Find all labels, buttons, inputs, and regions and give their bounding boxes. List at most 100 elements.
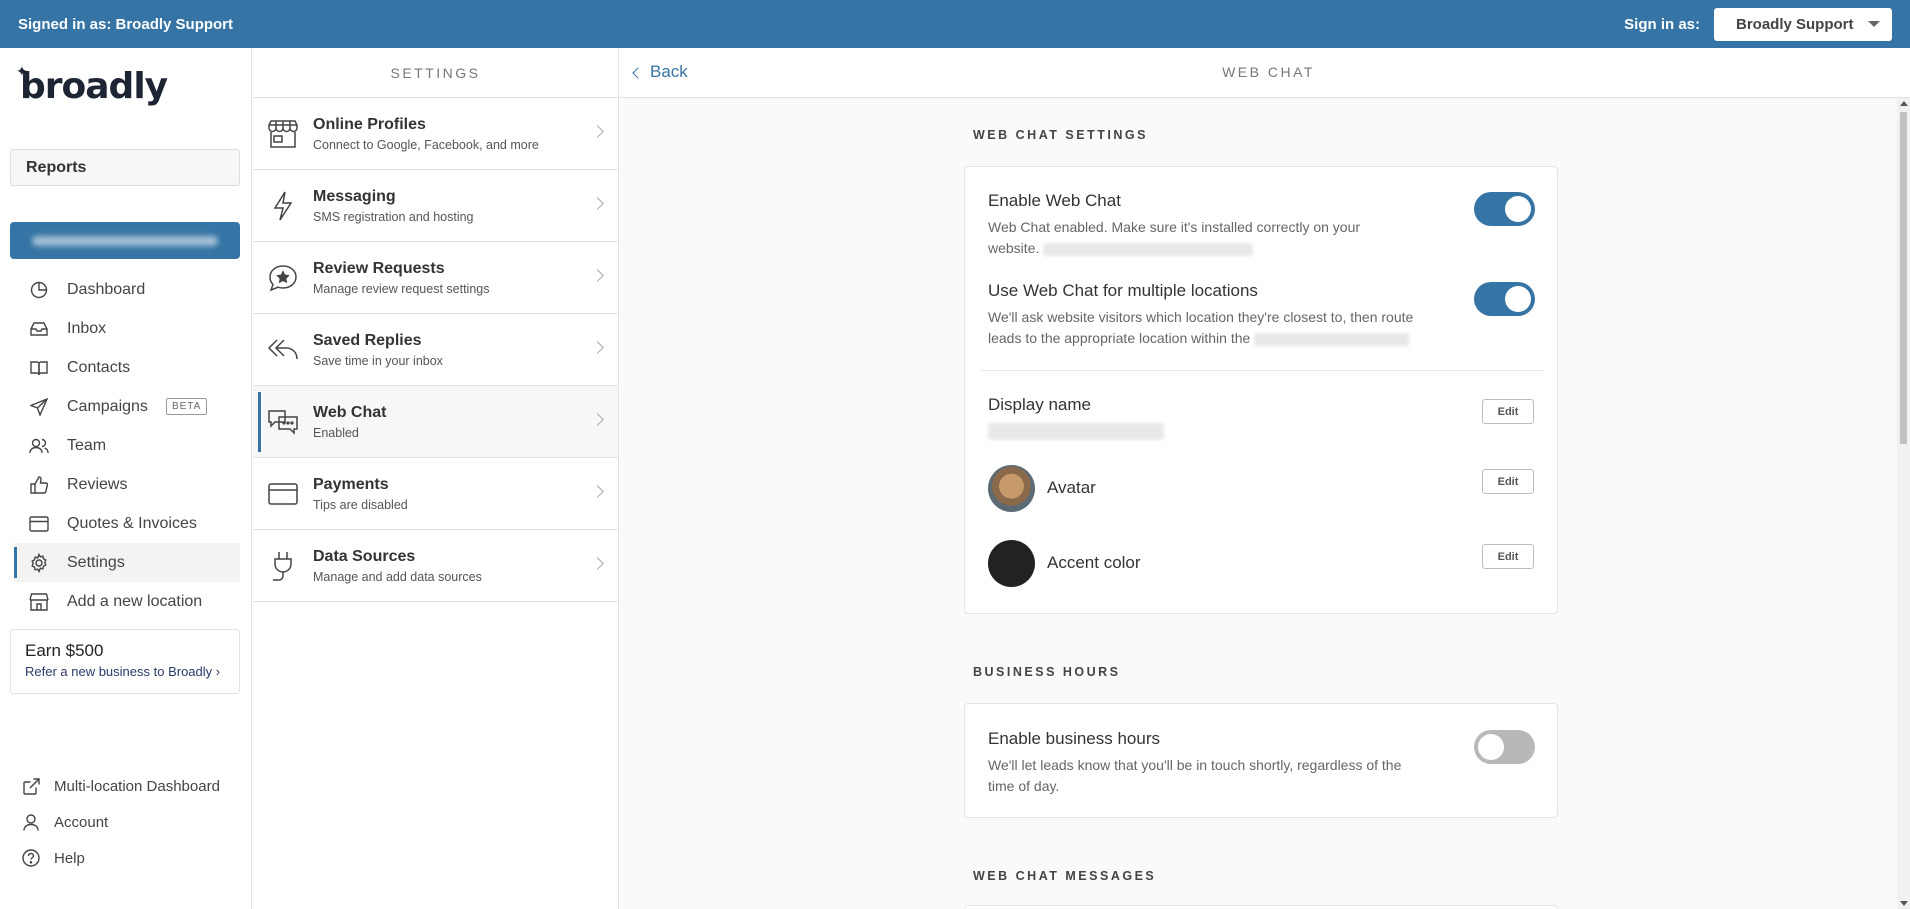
- signed-in-text: Signed in as: Broadly Support: [18, 15, 234, 33]
- location-selector-button[interactable]: [10, 222, 240, 259]
- scroll-down-arrow-icon[interactable]: [1900, 901, 1908, 906]
- settings-item-subtitle: Save time in your inbox: [313, 353, 443, 368]
- help-icon: [22, 849, 40, 867]
- web-chat-settings-card: Enable Web Chat Web Chat enabled. Make s…: [964, 166, 1558, 614]
- settings-item-title: Saved Replies: [313, 331, 422, 349]
- business-name-redacted: [1254, 332, 1410, 346]
- chevron-right-icon: [591, 197, 604, 210]
- scrollbar-thumb[interactable]: [1900, 112, 1907, 444]
- multi-location-title: Use Web Chat for multiple locations: [988, 281, 1258, 300]
- settings-item-online-profiles[interactable]: Online Profiles Connect to Google, Faceb…: [253, 98, 618, 170]
- sidebar-item-label: Multi-location Dashboard: [54, 777, 220, 795]
- referral-link[interactable]: Refer a new business to Broadly ›: [25, 664, 225, 679]
- settings-item-saved-replies[interactable]: Saved Replies Save time in your inbox: [253, 314, 618, 386]
- toggle-knob: [1478, 734, 1504, 760]
- settings-item-title: Online Profiles: [313, 115, 426, 133]
- main-scrollbar[interactable]: [1897, 98, 1910, 909]
- sidebar-item-settings[interactable]: Settings: [14, 543, 240, 582]
- sidebar-item-label: Account: [54, 813, 109, 831]
- settings-item-messaging[interactable]: Messaging SMS registration and hosting: [253, 170, 618, 242]
- settings-item-web-chat[interactable]: Web Chat Enabled: [253, 386, 618, 458]
- settings-item-subtitle: Tips are disabled: [313, 497, 408, 512]
- chevron-right-icon: [591, 125, 604, 138]
- referral-card[interactable]: Earn $500 Refer a new business to Broadl…: [10, 629, 240, 694]
- sidebar-item-multi-location-dashboard[interactable]: Multi-location Dashboard: [22, 768, 220, 804]
- gear-icon: [29, 552, 49, 573]
- enable-web-chat-toggle[interactable]: [1474, 192, 1535, 226]
- accent-color-edit-button[interactable]: Edit: [1482, 544, 1534, 569]
- divider: [981, 370, 1543, 371]
- business-hours-desc-line2: time of day.: [988, 778, 1060, 794]
- sidebar-item-label: Reviews: [67, 475, 128, 493]
- settings-item-title: Web Chat: [313, 403, 387, 421]
- sidebar-item-dashboard[interactable]: Dashboard: [14, 270, 240, 309]
- avatar-edit-button[interactable]: Edit: [1482, 469, 1534, 494]
- referral-subtitle: Refer a new business to Broadly: [25, 664, 213, 679]
- sidebar-item-label: Add a new location: [67, 592, 203, 610]
- settings-item-subtitle: Manage and add data sources: [313, 569, 482, 584]
- location-name-redacted: [32, 236, 218, 246]
- user-icon: [22, 813, 40, 831]
- settings-item-subtitle: Enabled: [313, 425, 359, 440]
- business-hours-card: Enable business hours We'll let leads kn…: [964, 703, 1558, 818]
- broadly-logo[interactable]: ✦ broadly: [16, 64, 168, 107]
- multi-location-desc: We'll ask website visitors which locatio…: [988, 307, 1413, 349]
- sign-in-as-group: Sign in as: Broadly Support: [1624, 7, 1892, 41]
- sidebar-item-team[interactable]: Team: [14, 426, 240, 465]
- settings-item-title: Payments: [313, 475, 389, 493]
- settings-item-payments[interactable]: Payments Tips are disabled: [253, 458, 618, 530]
- business-hours-title: Enable business hours: [988, 729, 1161, 748]
- sign-in-as-select[interactable]: Broadly Support: [1714, 7, 1892, 41]
- book-icon: [29, 358, 49, 378]
- sidebar-item-campaigns[interactable]: Campaigns BETA: [14, 387, 240, 426]
- accent-color-swatch: [988, 540, 1035, 587]
- settings-item-subtitle: Manage review request settings: [313, 281, 490, 296]
- sidebar-item-inbox[interactable]: Inbox: [14, 309, 240, 348]
- enable-web-chat-desc-line2: website.: [988, 240, 1040, 256]
- display-name-edit-button[interactable]: Edit: [1482, 399, 1534, 424]
- reply-icon: [267, 334, 299, 366]
- external-link-icon: [22, 777, 40, 795]
- lightning-icon: [267, 190, 299, 222]
- sidebar-item-reviews[interactable]: Reviews: [14, 465, 240, 504]
- sidebar-item-label: Team: [67, 436, 107, 454]
- settings-header: SETTINGS: [253, 48, 618, 98]
- settings-item-data-sources[interactable]: Data Sources Manage and add data sources: [253, 530, 618, 602]
- sidebar-item-help[interactable]: Help: [22, 840, 220, 876]
- send-icon: [29, 397, 49, 417]
- sidebar-item-label: Contacts: [67, 358, 131, 376]
- chevron-right-icon: [591, 485, 604, 498]
- sidebar-nav: Dashboard Inbox Contacts Campaigns BETA: [14, 270, 240, 621]
- main-header: Back WEB CHAT: [620, 48, 1910, 98]
- toggle-knob: [1505, 286, 1531, 312]
- chevron-right-icon: ›: [215, 664, 221, 679]
- toggle-knob: [1505, 196, 1531, 222]
- accent-color-title: Accent color: [1047, 553, 1141, 572]
- business-hours-toggle[interactable]: [1474, 730, 1535, 764]
- sidebar-item-contacts[interactable]: Contacts: [14, 348, 240, 387]
- display-name-title: Display name: [988, 395, 1091, 414]
- settings-item-title: Review Requests: [313, 259, 445, 277]
- star-bubble-icon: [267, 262, 299, 294]
- business-hours-desc-line1: We'll let leads know that you'll be in t…: [988, 757, 1402, 773]
- settings-item-review-requests[interactable]: Review Requests Manage review request se…: [253, 242, 618, 314]
- multi-location-desc-line2: leads to the appropriate location within…: [988, 330, 1251, 346]
- sidebar-item-label: Help: [54, 849, 85, 867]
- sidebar-item-account[interactable]: Account: [22, 804, 220, 840]
- chevron-right-icon: [591, 341, 604, 354]
- caret-down-icon: [1868, 21, 1880, 27]
- chevron-right-icon: [591, 269, 604, 282]
- chat-bubbles-icon: [267, 406, 299, 438]
- sidebar-item-quotes-invoices[interactable]: Quotes & Invoices: [14, 504, 240, 543]
- sidebar-item-add-location[interactable]: Add a new location: [14, 582, 240, 621]
- enable-web-chat-title: Enable Web Chat: [988, 191, 1121, 210]
- multi-location-toggle[interactable]: [1474, 282, 1535, 316]
- sidebar-bottom-nav: Multi-location Dashboard Account Help: [22, 768, 220, 876]
- main-content: Back WEB CHAT WEB CHAT SETTINGS Enable W…: [620, 48, 1910, 909]
- web-chat-messages-card: [964, 905, 1558, 909]
- reports-button[interactable]: Reports: [10, 149, 240, 186]
- settings-item-title: Data Sources: [313, 547, 416, 565]
- enable-web-chat-desc-line1: Web Chat enabled. Make sure it's install…: [988, 219, 1361, 235]
- section-business-hours: BUSINESS HOURS: [973, 665, 1121, 679]
- scroll-up-arrow-icon[interactable]: [1900, 101, 1908, 106]
